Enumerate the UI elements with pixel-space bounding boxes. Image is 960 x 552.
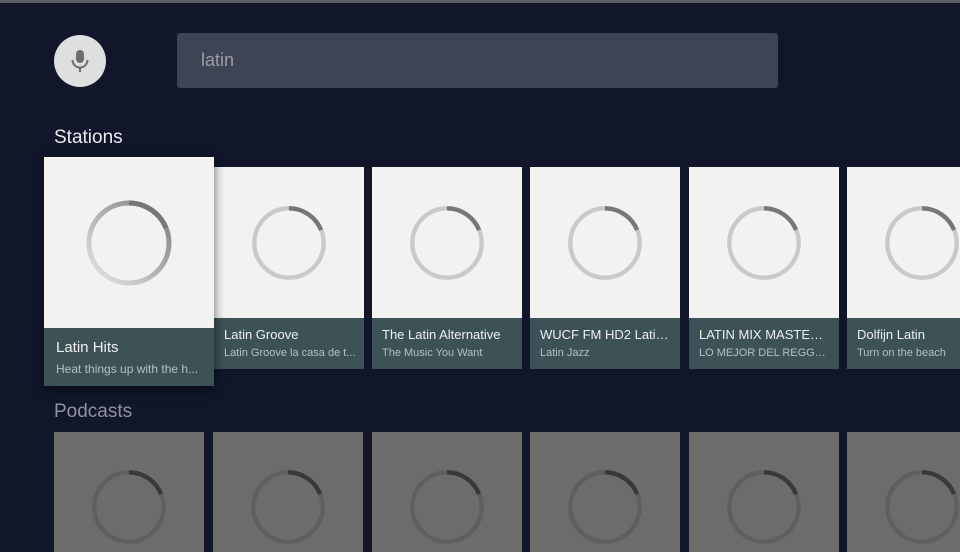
loading-spinner-icon xyxy=(727,470,801,544)
station-artwork xyxy=(214,167,364,318)
loading-spinner-icon xyxy=(885,205,959,280)
station-card[interactable]: WUCF FM HD2 Latin J... Latin Jazz xyxy=(530,167,680,369)
loading-spinner-icon xyxy=(86,200,172,285)
station-card[interactable]: The Latin Alternative The Music You Want xyxy=(372,167,522,369)
station-subtitle: Turn on the beach xyxy=(857,347,946,359)
microphone-icon xyxy=(71,50,89,72)
loading-spinner-icon xyxy=(92,470,166,544)
station-caption: Latin Hits Heat things up with the h... xyxy=(44,328,214,386)
station-caption: WUCF FM HD2 Latin J... Latin Jazz xyxy=(530,318,680,369)
podcast-card[interactable] xyxy=(530,432,680,552)
station-artwork xyxy=(530,167,680,318)
loading-spinner-icon xyxy=(410,470,484,544)
station-caption: Dolfijn Latin Turn on the beach xyxy=(847,318,960,369)
station-subtitle: Heat things up with the h... xyxy=(56,362,199,376)
station-artwork xyxy=(847,167,960,318)
top-status-bar xyxy=(0,0,960,3)
station-artwork xyxy=(44,157,214,328)
station-title: LATIN MIX MASTERS ... xyxy=(699,327,839,342)
loading-spinner-icon xyxy=(568,205,642,280)
stations-heading: Stations xyxy=(54,127,123,148)
loading-spinner-icon xyxy=(410,205,484,280)
podcast-card[interactable] xyxy=(213,432,363,552)
station-artwork xyxy=(689,167,839,318)
station-subtitle: LO MEJOR DEL REGGAET... xyxy=(699,347,839,359)
station-title: Dolfijn Latin xyxy=(857,327,925,342)
station-subtitle: Latin Groove la casa de t... xyxy=(224,347,356,359)
podcast-card[interactable] xyxy=(54,432,204,552)
loading-spinner-icon xyxy=(727,205,801,280)
station-card[interactable]: LATIN MIX MASTERS ... LO MEJOR DEL REGGA… xyxy=(689,167,839,369)
loading-spinner-icon xyxy=(252,205,326,280)
station-title: WUCF FM HD2 Latin J... xyxy=(540,327,680,342)
search-input[interactable] xyxy=(201,50,778,71)
station-subtitle: Latin Jazz xyxy=(540,347,590,359)
station-caption: LATIN MIX MASTERS ... LO MEJOR DEL REGGA… xyxy=(689,318,839,369)
podcast-card[interactable] xyxy=(847,432,960,552)
podcast-card[interactable] xyxy=(372,432,522,552)
station-title: The Latin Alternative xyxy=(382,327,501,342)
podcast-card[interactable] xyxy=(689,432,839,552)
loading-spinner-icon xyxy=(251,470,325,544)
station-artwork xyxy=(372,167,522,318)
podcasts-heading: Podcasts xyxy=(54,401,133,422)
loading-spinner-icon xyxy=(568,470,642,544)
loading-spinner-icon xyxy=(885,470,959,544)
search-field[interactable] xyxy=(177,33,778,88)
station-title: Latin Hits xyxy=(56,339,119,356)
station-card[interactable]: Latin Hits Heat things up with the h... xyxy=(44,157,214,386)
station-caption: The Latin Alternative The Music You Want xyxy=(372,318,522,369)
station-subtitle: The Music You Want xyxy=(382,347,483,359)
station-card[interactable]: Dolfijn Latin Turn on the beach xyxy=(847,167,960,369)
station-title: Latin Groove xyxy=(224,327,299,342)
station-caption: Latin Groove Latin Groove la casa de t..… xyxy=(214,318,364,369)
voice-search-button[interactable] xyxy=(54,35,106,87)
station-card[interactable]: Latin Groove Latin Groove la casa de t..… xyxy=(214,167,364,369)
